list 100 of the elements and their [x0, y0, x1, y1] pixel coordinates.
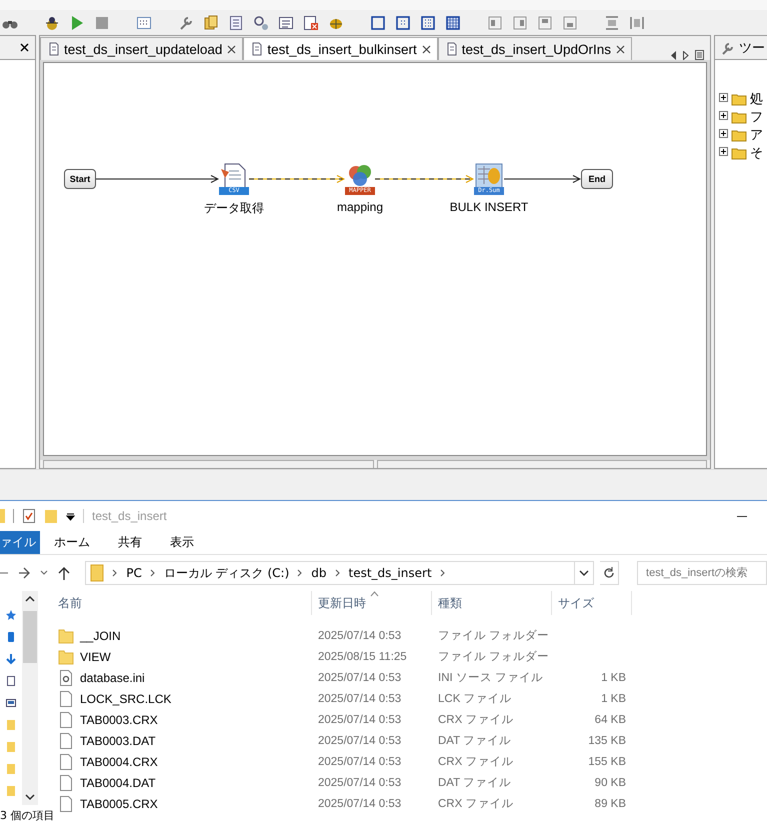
- flow-terminal[interactable]: Start: [64, 169, 96, 189]
- folder-icon: [731, 110, 747, 124]
- editor-tab[interactable]: test_ds_insert_UpdOrIns: [438, 37, 632, 60]
- folders-icon[interactable]: [203, 14, 219, 30]
- document-icon[interactable]: [228, 14, 244, 30]
- ribbon-tab[interactable]: 共有: [104, 531, 156, 554]
- flow-terminal[interactable]: End: [581, 169, 613, 189]
- scroll-right-icon[interactable]: [683, 50, 689, 60]
- refresh-icon[interactable]: [602, 567, 615, 579]
- list-icon[interactable]: [278, 14, 294, 30]
- editor-tab[interactable]: test_ds_insert_updateload: [40, 37, 244, 60]
- column-header[interactable]: 種類: [432, 591, 552, 615]
- table-cell-text: CRX ファイル: [437, 713, 514, 727]
- table-cell-text: 2025/07/14 0:53: [317, 798, 402, 810]
- align-left-icon[interactable]: [487, 14, 503, 30]
- node-label: BULK INSERT: [450, 200, 528, 214]
- scroll-up-icon[interactable]: [25, 595, 35, 603]
- column-header[interactable]: サイズ: [552, 591, 632, 615]
- tree-item[interactable]: ア: [719, 126, 767, 143]
- align-right-icon[interactable]: [512, 14, 528, 30]
- node-label: mapping: [336, 200, 384, 214]
- breadcrumb[interactable]: PC: [126, 566, 142, 580]
- breadcrumb[interactable]: test_ds_insert: [348, 566, 432, 580]
- align-bottom-icon[interactable]: [562, 14, 578, 30]
- chevron-icon[interactable]: [112, 569, 118, 577]
- folder-icon: [731, 146, 747, 160]
- connector-arrow[interactable]: [249, 175, 345, 183]
- file-icon: [58, 690, 74, 706]
- file-name[interactable]: TAB0003.CRX: [52, 712, 312, 728]
- connector-arrow[interactable]: [96, 175, 219, 183]
- list-icon[interactable]: [695, 50, 704, 60]
- sort-icon[interactable]: [370, 591, 379, 597]
- file-name[interactable]: database.ini: [52, 670, 312, 686]
- close-icon[interactable]: [20, 43, 29, 52]
- breadcrumb[interactable]: db: [311, 566, 327, 580]
- script-icon: [47, 42, 59, 56]
- download-icon[interactable]: [5, 653, 17, 665]
- grid-icon[interactable]: [136, 14, 152, 30]
- scroll-left-icon[interactable]: [671, 50, 677, 60]
- table-cell-text: ファイル フォルダー: [437, 650, 550, 664]
- scrollbar-thumb[interactable]: [23, 611, 37, 663]
- delete-document-icon[interactable]: [303, 14, 319, 30]
- document-icon[interactable]: [5, 675, 17, 687]
- breadcrumb[interactable]: ローカル ディスク (C:): [164, 564, 290, 582]
- distribute-horizontal-icon[interactable]: [629, 14, 645, 30]
- file-icon: [58, 732, 74, 748]
- dotted-square-icon[interactable]: [395, 14, 411, 30]
- file-name[interactable]: __JOIN: [52, 628, 312, 644]
- tree-item[interactable]: フ: [719, 108, 767, 125]
- phone-icon[interactable]: [5, 631, 17, 643]
- tree-item[interactable]: そ: [719, 144, 767, 161]
- run-icon[interactable]: [69, 14, 85, 30]
- close-icon[interactable]: [227, 44, 236, 54]
- chevron-icon[interactable]: [150, 569, 156, 577]
- column-header[interactable]: 更新日時: [312, 591, 432, 615]
- file-icon: [58, 712, 74, 728]
- align-top-icon[interactable]: [537, 14, 553, 30]
- file-name[interactable]: TAB0005.CRX: [52, 796, 312, 812]
- item-count: 3 個の項目: [0, 809, 54, 823]
- folder-icon: [90, 564, 104, 582]
- column-header[interactable]: 名前: [52, 591, 312, 615]
- dropdown-icon[interactable]: [66, 512, 75, 520]
- distribute-vertical-icon[interactable]: [604, 14, 620, 30]
- forward-icon[interactable]: [18, 567, 30, 579]
- grid-square-icon[interactable]: [445, 14, 461, 30]
- ribbon-tab[interactable]: 表示: [156, 531, 208, 554]
- file-name[interactable]: TAB0004.CRX: [52, 754, 312, 770]
- table-cell-text: 89 KB: [594, 798, 626, 810]
- scroll-down-icon[interactable]: [25, 793, 35, 801]
- file-name[interactable]: LOCK_SRC.LCK: [52, 690, 312, 706]
- up-icon[interactable]: [58, 566, 70, 580]
- address-bar[interactable]: PC ローカル ディスク (C:) db test_ds_insert: [85, 561, 594, 585]
- checklist-icon[interactable]: [22, 508, 36, 524]
- connector-arrow[interactable]: [504, 175, 581, 183]
- ribbon-tab[interactable]: ァイル: [0, 531, 40, 554]
- dotted-square-icon[interactable]: [420, 14, 436, 30]
- star-icon[interactable]: [5, 609, 17, 621]
- file-name[interactable]: TAB0003.DAT: [52, 732, 312, 748]
- close-icon[interactable]: [422, 44, 431, 54]
- file-name[interactable]: VIEW: [52, 648, 312, 664]
- search-field[interactable]: test_ds_insertの検索: [637, 561, 767, 585]
- table-cell-text: LCK ファイル: [437, 692, 513, 706]
- wrench-icon[interactable]: [178, 14, 194, 30]
- editor-tab[interactable]: test_ds_insert_bulkinsert: [243, 37, 438, 60]
- table-cell-text: DAT ファイル: [437, 734, 512, 748]
- tree-item[interactable]: 処: [719, 90, 767, 107]
- scrollbar[interactable]: [22, 591, 38, 805]
- chevron-icon[interactable]: [334, 569, 341, 577]
- monitor-icon[interactable]: [5, 697, 17, 709]
- close-icon[interactable]: [616, 44, 626, 54]
- connector-arrow[interactable]: [375, 175, 474, 183]
- recent-icon[interactable]: [40, 570, 48, 576]
- dropdown-icon[interactable]: [578, 570, 589, 576]
- table-cell-text: 1 KB: [600, 672, 626, 684]
- ribbon-tab[interactable]: ホーム: [40, 531, 104, 554]
- table-cell-text: INI ソース ファイル: [437, 671, 544, 685]
- chevron-icon[interactable]: [440, 569, 446, 577]
- square-icon[interactable]: [370, 14, 386, 30]
- file-name[interactable]: TAB0004.DAT: [52, 774, 312, 790]
- chevron-icon[interactable]: [297, 569, 304, 577]
